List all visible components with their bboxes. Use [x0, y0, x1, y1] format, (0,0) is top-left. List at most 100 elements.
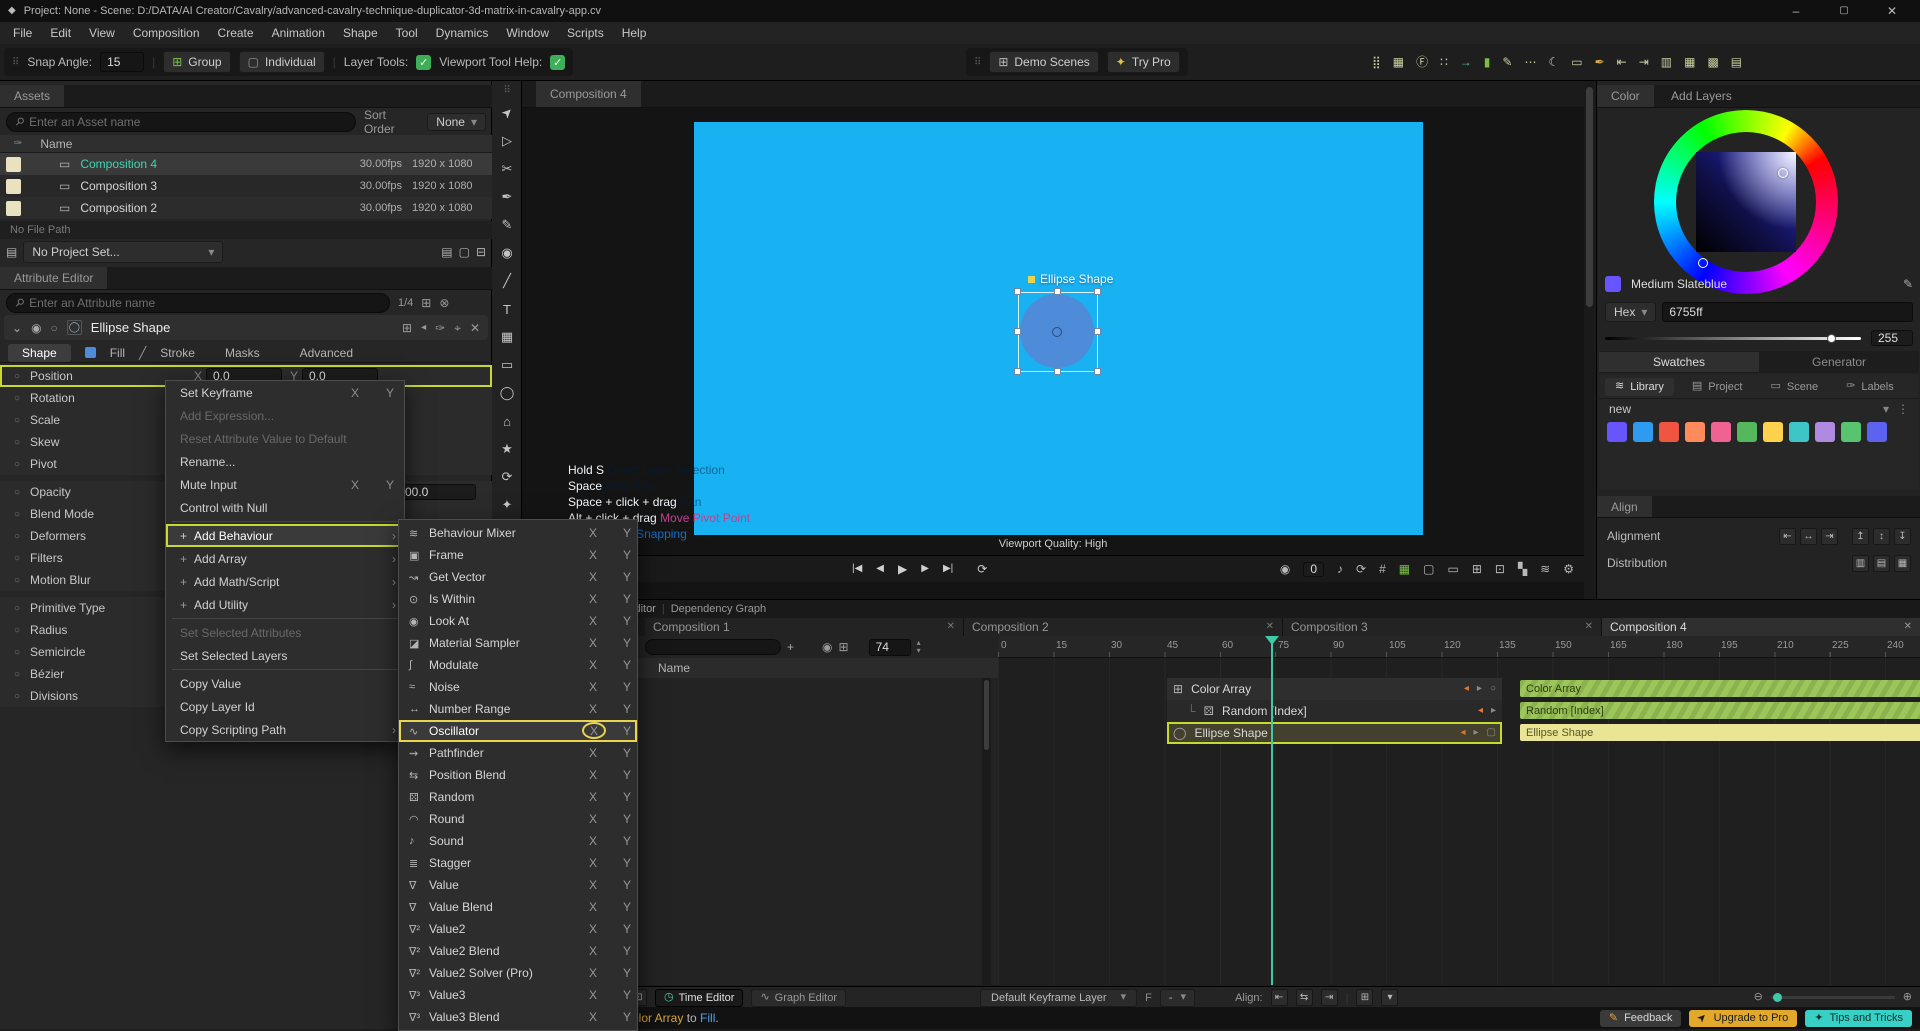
menu-file[interactable]: File — [4, 26, 41, 40]
export-icon[interactable]: ⊡ — [1495, 563, 1505, 575]
keyframe-layer-dropdown[interactable]: Default Keyframe Layer ▾ — [980, 989, 1137, 1007]
skip-start-button[interactable]: |◀ — [852, 564, 862, 574]
distribute-v-icon[interactable]: ▤ — [1873, 555, 1890, 572]
color-swatch[interactable] — [1763, 422, 1783, 442]
menu-window[interactable]: Window — [497, 26, 558, 40]
moon-icon[interactable]: ☾ — [1548, 56, 1559, 68]
out-connection-icon[interactable]: ▸ — [1477, 684, 1482, 694]
grid-dots-icon[interactable]: ⣿ — [1372, 56, 1381, 68]
current-color-swatch[interactable] — [1605, 276, 1621, 292]
submenu-item-material-sampler[interactable]: ◪Material SamplerXY — [399, 632, 637, 654]
align-left-icon[interactable]: ⇤ — [1779, 528, 1796, 545]
project-dropdown[interactable]: No Project Set... ▾ — [23, 241, 223, 263]
audio-icon[interactable]: ♪ — [1337, 563, 1343, 575]
saturation-value-square[interactable] — [1696, 152, 1796, 252]
menu-composition[interactable]: Composition — [124, 26, 209, 40]
scrollbar-thumb[interactable] — [1586, 87, 1593, 307]
menu-item-add-expression[interactable]: Add Expression... — [166, 404, 404, 427]
hue-ring[interactable] — [1654, 110, 1838, 294]
menu-create[interactable]: Create — [209, 26, 263, 40]
menu-animation[interactable]: Animation — [263, 26, 334, 40]
tab-color[interactable]: Color — [1597, 85, 1654, 107]
brush-tool[interactable]: ✎ — [492, 211, 522, 239]
tab-add-layers[interactable]: Add Layers — [1657, 85, 1746, 107]
ellipse-tool[interactable]: ◯ — [492, 379, 522, 407]
menu-view[interactable]: View — [80, 26, 124, 40]
star-tool[interactable]: ★ — [492, 435, 522, 463]
align-end-icon[interactable]: ⇥ — [1321, 989, 1338, 1006]
menu-item-control-with-null[interactable]: Control with Null — [166, 496, 404, 519]
trash-icon[interactable]: ⊟ — [476, 246, 486, 258]
submenu-item-value2-blend[interactable]: ∇²Value2 BlendXY — [399, 940, 637, 962]
menu-item-copy-layer-id[interactable]: Copy Layer Id — [166, 695, 404, 718]
tab-generator[interactable]: Generator — [1759, 352, 1919, 372]
sort-order-dropdown[interactable]: None ▾ — [427, 113, 486, 131]
submenu-item-get-vector[interactable]: ↝Get VectorXY — [399, 566, 637, 588]
ruler-icon[interactable]: ▭ — [1571, 56, 1582, 68]
pen-nib-icon[interactable]: ✒ — [1595, 56, 1605, 68]
menu-item-add-utility[interactable]: +Add Utility› — [166, 593, 404, 616]
close-icon[interactable]: ✕ — [1904, 622, 1912, 632]
attribute-search-input[interactable]: ⚲ — [6, 293, 390, 313]
align-start-icon[interactable]: ⇤ — [1271, 989, 1288, 1006]
pen-icon[interactable]: ✎ — [1502, 56, 1512, 68]
graph-editor-button[interactable]: ∿ Graph Editor — [751, 989, 846, 1007]
align-left-icon[interactable]: ⇤ — [1617, 56, 1627, 68]
display-icon[interactable]: ▭ — [1447, 563, 1458, 575]
play-button[interactable]: ▶ — [898, 563, 907, 575]
selection-handle[interactable] — [1014, 328, 1021, 335]
layer-tools-checkbox[interactable]: ✓ — [416, 55, 431, 70]
drag-handle-icon[interactable]: ⠿ — [12, 57, 19, 68]
columns-icon[interactable]: ▥ — [1661, 56, 1672, 68]
out-connection-icon[interactable]: ▸ — [1474, 728, 1479, 738]
maximize-button[interactable]: ▢ — [1824, 0, 1864, 22]
timeline-zoom-slider[interactable] — [1771, 996, 1895, 999]
solo-circle-icon[interactable]: ○ — [51, 322, 58, 334]
pivot-target-icon[interactable] — [1052, 327, 1062, 337]
swatch-group-row[interactable]: new ▾ ⋮ — [1599, 399, 1919, 419]
menu-item-reset-attribute[interactable]: Reset Attribute Value to Default — [166, 427, 404, 450]
align-right-icon[interactable]: ⇥ — [1821, 528, 1838, 545]
track-bar-ellipse-shape[interactable]: Ellipse Shape — [1520, 724, 1920, 741]
labels-button[interactable]: ✑Labels — [1836, 378, 1904, 396]
package-icon[interactable]: ▢ — [459, 246, 470, 258]
grid3-icon[interactable]: ▩ — [1707, 56, 1718, 68]
align-bottom-icon[interactable]: ↧ — [1894, 528, 1911, 545]
tab-composition4[interactable]: Composition 4✕ — [1602, 618, 1920, 636]
asset-search-input[interactable]: ⚲ — [6, 112, 356, 132]
submenu-item-noise[interactable]: ≈NoiseXY — [399, 676, 637, 698]
align-top-icon[interactable]: ↥ — [1852, 528, 1869, 545]
snapshot-icon[interactable]: ◉ — [1280, 563, 1290, 575]
menu-dynamics[interactable]: Dynamics — [427, 26, 498, 40]
menu-tool[interactable]: Tool — [387, 26, 427, 40]
selection-handle[interactable] — [1014, 288, 1021, 295]
line-tool[interactable]: ╱ — [492, 267, 522, 295]
keyframe-circle-icon[interactable]: ○ — [1490, 684, 1496, 694]
current-frame-input[interactable] — [869, 639, 911, 656]
layer-header[interactable]: ⌄ ◉ ○ ◯ Ellipse Shape ⊞ ◂ ✑ ⌖ ✕ — [4, 315, 488, 340]
stack-icon[interactable]: ⊞ — [1356, 989, 1373, 1006]
rectangle-tool[interactable]: ▭ — [492, 351, 522, 379]
submenu-item-value2[interactable]: ∇²Value2XY — [399, 918, 637, 940]
skip-end-button[interactable]: ▶| — [943, 564, 953, 574]
submenu-item-pathfinder[interactable]: ⇝PathfinderXY — [399, 742, 637, 764]
group-button[interactable]: ⊞ Group — [163, 51, 230, 73]
selection-handle[interactable] — [1014, 368, 1021, 375]
grid-icon[interactable]: # — [1379, 563, 1386, 575]
clear-icon[interactable]: ⊗ — [439, 297, 449, 309]
color-swatch[interactable] — [1789, 422, 1809, 442]
selection-handle[interactable] — [1094, 288, 1101, 295]
hex-value-input[interactable] — [1662, 302, 1913, 322]
snap-angle-input[interactable] — [100, 52, 144, 72]
submenu-item-look-at[interactable]: ◉Look AtXY — [399, 610, 637, 632]
tab-advanced[interactable]: Advanced — [300, 346, 353, 360]
align-v-center-icon[interactable]: ↕ — [1873, 528, 1890, 545]
prev-frame-button[interactable]: ◀ — [876, 564, 884, 574]
add-shape-tool[interactable]: ✦ — [492, 491, 522, 519]
submenu-item-position-blend[interactable]: ⇆Position BlendXY — [399, 764, 637, 786]
menu-item-add-behaviour[interactable]: + Add Behaviour › — [166, 524, 404, 547]
layer-row-ellipse-shape[interactable]: ◯ Ellipse Shape ◂ ▸ ▢ — [1167, 722, 1502, 744]
add-layer-button[interactable]: + — [787, 641, 794, 653]
submenu-item-number-range[interactable]: ↔Number RangeXY — [399, 698, 637, 720]
drag-handle-icon[interactable]: ⠿ — [492, 81, 522, 99]
